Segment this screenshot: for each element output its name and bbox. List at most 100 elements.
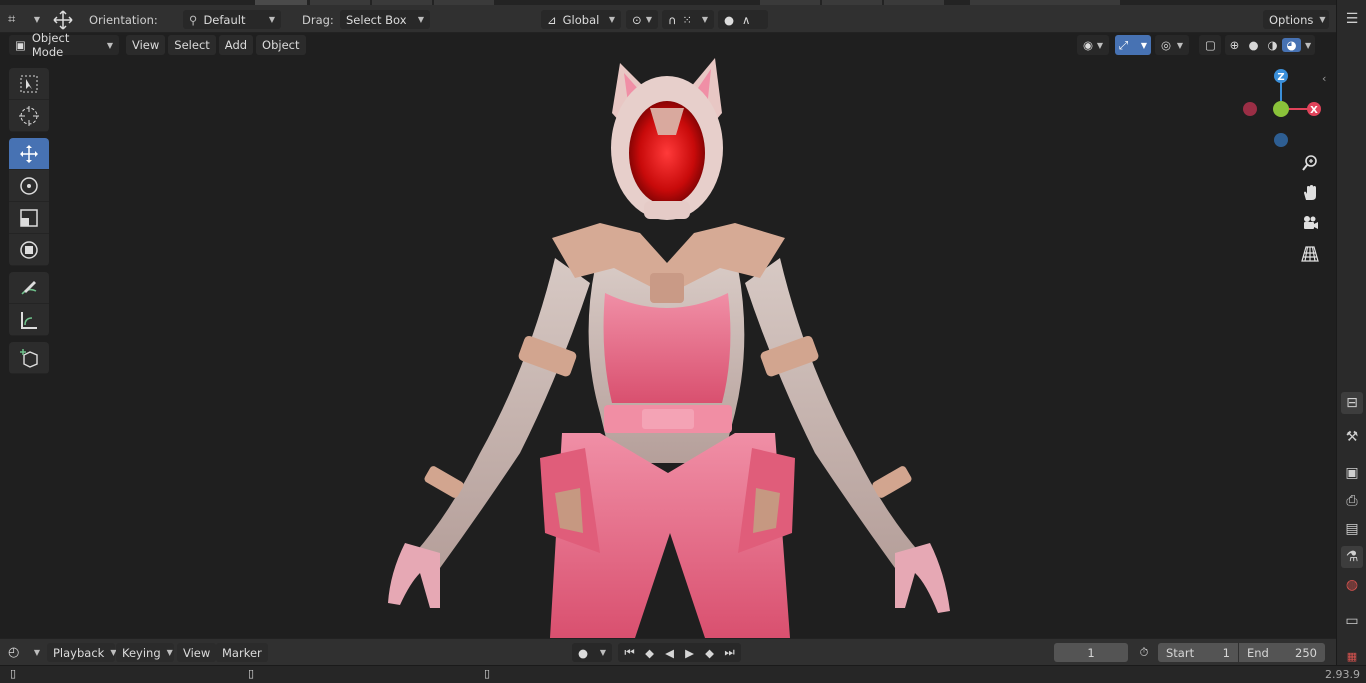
chevron-down-icon: ▼: [110, 648, 117, 657]
jump-start-icon[interactable]: ⏮: [620, 645, 639, 660]
shading-mode-group: ⊕ ● ◑ ◕ ▼: [1225, 35, 1316, 55]
scale-tool[interactable]: [9, 202, 49, 234]
collapse-panel-icon[interactable]: ‹: [1322, 72, 1326, 85]
editor-type-button[interactable]: ⌗ ▼: [8, 10, 40, 29]
annotate-tool[interactable]: [9, 272, 49, 304]
neg-z-axis-handle[interactable]: [1274, 133, 1288, 147]
chevron-down-icon: ▼: [268, 15, 275, 24]
end-frame-field[interactable]: End 250: [1239, 643, 1325, 662]
playback-controls: ⏮ ◆ ◀ ▶ ◆ ⏭: [618, 643, 741, 662]
scene-properties-icon[interactable]: ⚗: [1341, 546, 1363, 568]
chevron-down-icon: ▼: [33, 648, 40, 657]
chevron-down-icon: ▼: [106, 40, 113, 50]
chevron-down-icon: ▼: [1096, 40, 1103, 50]
end-value: 250: [1295, 645, 1317, 660]
options-dropdown[interactable]: Options ▼: [1263, 10, 1329, 29]
pan-hand-icon[interactable]: [1298, 181, 1322, 205]
transform-tool[interactable]: [9, 234, 49, 266]
navigation-gizmo[interactable]: Z X: [1238, 62, 1330, 154]
stopwatch-icon[interactable]: ⏱: [1135, 643, 1153, 662]
object-properties-icon[interactable]: ▦: [1341, 645, 1363, 667]
start-frame-field[interactable]: Start 1: [1158, 643, 1238, 662]
version-label: 2.93.9: [1325, 668, 1360, 681]
next-keyframe-icon[interactable]: ◆: [700, 646, 719, 660]
menu-view[interactable]: View: [126, 35, 166, 55]
menu-select[interactable]: Select: [168, 35, 216, 55]
solid-shading-icon[interactable]: ●: [1244, 38, 1263, 52]
menu-add[interactable]: Add: [218, 35, 254, 55]
chevron-down-icon: ▼: [33, 15, 40, 24]
move-arrows-icon: [53, 9, 73, 30]
transform-tool-icon[interactable]: [50, 9, 76, 30]
rotate-tool[interactable]: [9, 170, 49, 202]
material-shading-icon[interactable]: ◑: [1263, 38, 1282, 52]
jump-end-icon[interactable]: ⏭: [720, 645, 739, 660]
transform-orientation-dropdown[interactable]: ⊿ Global ▼: [541, 10, 621, 29]
start-label: Start: [1166, 645, 1195, 660]
zoom-icon[interactable]: [1298, 151, 1322, 175]
add-cube-tool[interactable]: [9, 342, 49, 374]
xray-toggle[interactable]: ▢: [1199, 35, 1221, 55]
auto-keying-toggle[interactable]: ● ▼: [572, 643, 612, 662]
view-layer-icon[interactable]: ▤: [1341, 518, 1363, 540]
chevron-down-icon: ▼: [417, 15, 424, 24]
menu-object[interactable]: Object: [256, 35, 306, 55]
output-properties-icon[interactable]: ⎙: [1341, 490, 1363, 512]
workspace-tabs[interactable]: [0, 0, 1336, 5]
timeline-editor-type-button[interactable]: ◴ ▼: [8, 643, 40, 662]
mode-dropdown[interactable]: ▣ Object Mode ▼: [9, 31, 119, 59]
marker-menu[interactable]: Marker: [216, 643, 268, 662]
select-box-icon: [20, 75, 38, 92]
prev-keyframe-icon[interactable]: ◆: [640, 646, 659, 660]
mode-value: Object Mode: [31, 31, 70, 59]
wireframe-shading-icon[interactable]: ⊕: [1225, 38, 1244, 52]
current-frame-field[interactable]: 1: [1054, 643, 1128, 662]
outliner-icon[interactable]: ☰: [1341, 8, 1363, 30]
measure-tool[interactable]: [9, 304, 49, 336]
perspective-grid-icon[interactable]: [1298, 242, 1322, 266]
proportional-edit-dropdown[interactable]: ● ∧: [718, 10, 768, 29]
rendered-shading-icon[interactable]: ◕: [1282, 38, 1301, 52]
chevron-down-icon[interactable]: ▼: [1301, 41, 1315, 50]
neg-x-axis-handle[interactable]: [1243, 102, 1257, 116]
overlays-dropdown[interactable]: ◎ ▼: [1155, 35, 1189, 55]
timeline-view-menu[interactable]: View: [177, 643, 217, 662]
chevron-down-icon: ▼: [701, 15, 708, 24]
cursor-tool[interactable]: [9, 100, 49, 132]
y-axis-handle[interactable]: [1273, 101, 1289, 117]
3d-viewport[interactable]: [0, 33, 1336, 638]
chevron-down-icon: ▼: [608, 15, 615, 24]
editor-type-icon: ⌗: [8, 12, 16, 27]
xray-icon: ▢: [1205, 38, 1216, 52]
play-icon[interactable]: ▶: [680, 646, 699, 660]
visibility-dropdown[interactable]: ◉ ▼: [1077, 35, 1109, 55]
magnet-icon: ∩: [668, 12, 677, 27]
collection-properties-icon[interactable]: ▭: [1341, 610, 1363, 632]
falloff-icon: ∧: [742, 12, 751, 27]
playback-label: Playback: [53, 645, 105, 660]
tool-settings-icon[interactable]: ⚒: [1341, 426, 1363, 448]
axis-icon: ⊿: [547, 12, 557, 27]
keying-menu[interactable]: Keying ▼: [116, 643, 174, 662]
world-properties-icon[interactable]: ◍: [1341, 574, 1363, 596]
camera-icon[interactable]: [1298, 211, 1322, 235]
gizmo-icon: ⤢: [1119, 37, 1129, 52]
eye-icon: ◉: [1083, 38, 1094, 52]
move-tool[interactable]: [9, 138, 49, 170]
render-properties-icon[interactable]: ▣: [1341, 462, 1363, 484]
drag-dropdown[interactable]: Select Box ▼: [340, 10, 430, 29]
chevron-down-icon: ▼: [1140, 40, 1147, 50]
x-axis-label: X: [1310, 105, 1318, 116]
transform-orientation-value: Global: [562, 12, 600, 27]
keying-label: Keying: [122, 645, 161, 660]
gizmo-toggle[interactable]: ⤢ ▼: [1115, 35, 1151, 55]
playback-menu[interactable]: Playback ▼: [47, 643, 117, 662]
orientation-dropdown[interactable]: ⚲ Default ▼: [183, 10, 281, 29]
orientation-label: Orientation:: [89, 12, 158, 27]
play-reverse-icon[interactable]: ◀: [660, 646, 679, 660]
snap-dropdown[interactable]: ∩ ⁙ ▼: [662, 10, 714, 29]
mouse-middle-icon: ▯: [248, 667, 255, 680]
tool-tab-icon[interactable]: ⊟: [1341, 392, 1363, 414]
pivot-point-dropdown[interactable]: ⊙ ▼: [626, 10, 658, 29]
select-box-tool[interactable]: [9, 68, 49, 100]
